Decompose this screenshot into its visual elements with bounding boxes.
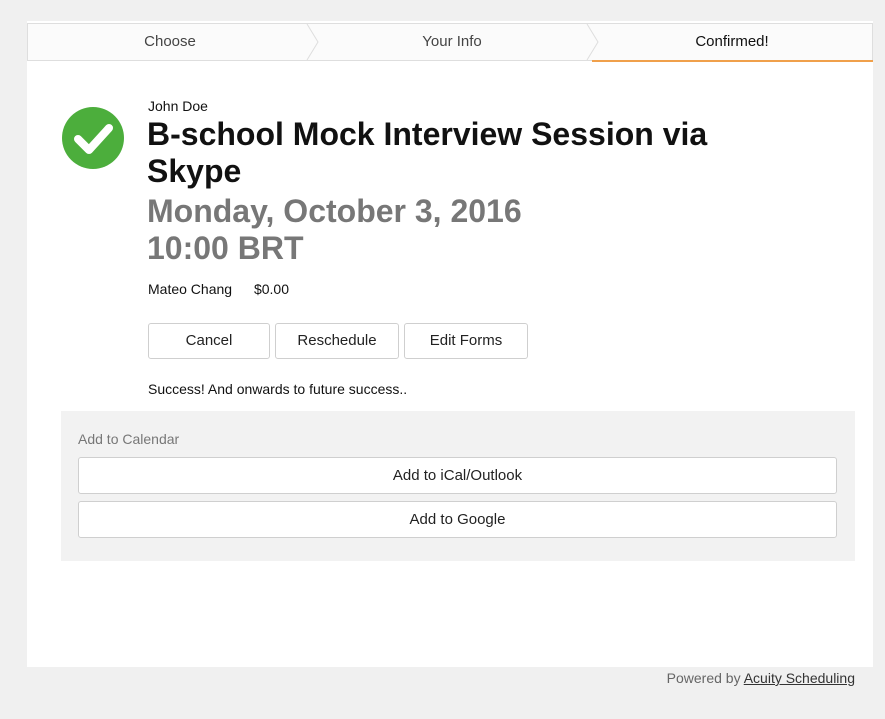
add-to-ical-outlook-button[interactable]: Add to iCal/Outlook [78, 457, 837, 494]
add-to-calendar-label: Add to Calendar [78, 431, 180, 447]
calendar-name: Mateo Chang [148, 281, 233, 297]
progress-steps: Choose Your Info Confirmed! [27, 23, 873, 62]
active-step-indicator [592, 60, 873, 62]
add-to-calendar-panel: Add to Calendar Add to iCal/Outlook Add … [61, 411, 855, 561]
scheduling-card: Choose Your Info Confirmed! John Doe B-s… [27, 21, 873, 667]
add-to-google-button[interactable]: Add to Google [78, 501, 837, 538]
reschedule-button[interactable]: Reschedule [275, 323, 399, 359]
appointment-title: B-school Mock Interview Session via Skyp… [147, 116, 708, 189]
edit-forms-button[interactable]: Edit Forms [404, 323, 528, 359]
appointment-datetime: Monday, October 3, 2016 10:00 BRT [147, 193, 787, 267]
acuity-scheduling-link[interactable]: Acuity Scheduling [744, 670, 855, 686]
appointment-price: $0.00 [253, 281, 289, 297]
powered-by-text: Powered by [666, 670, 741, 686]
appointment-date: Monday, October 3, 2016 [147, 193, 522, 229]
success-message: Success! And onwards to future success.. [148, 381, 408, 397]
cancel-button[interactable]: Cancel [148, 323, 270, 359]
step-choose[interactable]: Choose [28, 24, 312, 60]
step-your-info[interactable]: Your Info [312, 24, 592, 60]
powered-by-footer: Powered by Acuity Scheduling [667, 670, 855, 686]
checkmark-circle-icon [62, 107, 124, 169]
appointment-meta: Mateo Chang $0.00 [148, 281, 289, 297]
step-confirmed: Confirmed! [695, 33, 769, 50]
client-name: John Doe [148, 98, 208, 114]
appointment-time: 10:00 BRT [147, 230, 304, 266]
